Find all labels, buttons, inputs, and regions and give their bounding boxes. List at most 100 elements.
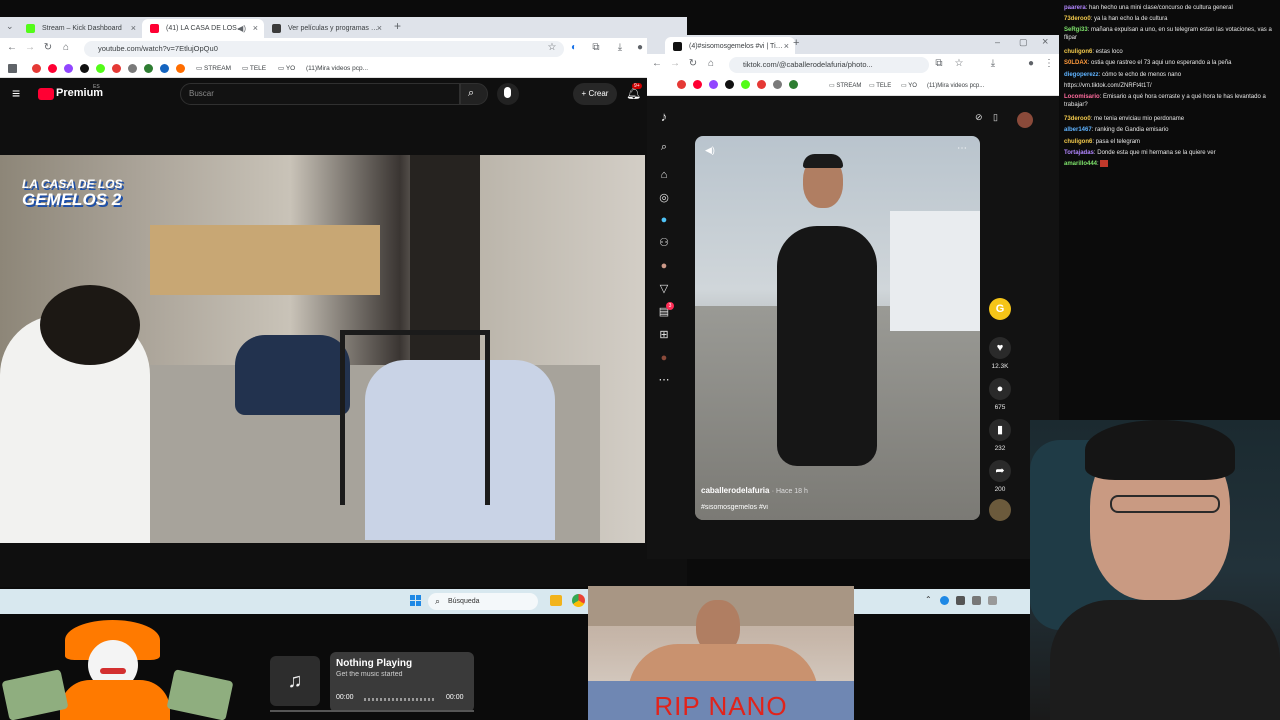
bookmark-favicon-icon[interactable] bbox=[64, 64, 73, 73]
new-tab-button[interactable]: + bbox=[793, 37, 799, 49]
close-icon[interactable]: × bbox=[253, 19, 258, 38]
download-icon[interactable]: ⤓ bbox=[987, 58, 999, 70]
close-icon[interactable]: × bbox=[377, 19, 382, 38]
tab-streaming-site[interactable]: Ver películas y programas de te × bbox=[264, 19, 388, 38]
tab-kick-dashboard[interactable]: Stream – Kick Dashboard × bbox=[18, 19, 142, 38]
bookmark-folder-tele[interactable]: ▭ TELE bbox=[242, 63, 266, 75]
video-player[interactable]: LA CASA DE LOS GEMELOS 2 bbox=[0, 155, 645, 543]
tray-app-icon[interactable] bbox=[956, 596, 965, 605]
bookmark-favicon-icon[interactable] bbox=[112, 64, 121, 73]
reload-icon[interactable]: ↻ bbox=[42, 42, 54, 54]
bookmark-folder-tele[interactable]: ▭ TELE bbox=[869, 80, 891, 92]
bookmark-favicon-icon[interactable] bbox=[693, 80, 702, 89]
forward-icon[interactable]: → bbox=[669, 58, 681, 70]
tray-chevron-icon[interactable]: ⌃ bbox=[925, 595, 932, 604]
back-icon[interactable]: ← bbox=[6, 42, 18, 54]
menu-icon[interactable]: ≡ bbox=[12, 85, 20, 101]
bookmark-favicon-icon[interactable] bbox=[144, 64, 153, 73]
translate-icon[interactable]: ⧉ bbox=[933, 58, 945, 70]
url-input[interactable]: tiktok.com/@caballerodelafuria/photo... bbox=[729, 57, 929, 73]
search-input[interactable]: Buscar bbox=[180, 83, 460, 105]
upload-icon[interactable]: ⊞ bbox=[657, 328, 671, 342]
bookmark-star-icon[interactable]: ☆ bbox=[953, 58, 965, 70]
bookmark-mira-videos[interactable]: (11)Mira videos pcp... bbox=[306, 63, 368, 75]
url-input[interactable]: youtube.com/watch?v=7EtlujOpQu0 bbox=[84, 41, 564, 57]
bookmark-favicon-icon[interactable] bbox=[709, 80, 718, 89]
bookmark-folder-stream[interactable]: ▭ STREAM bbox=[196, 63, 231, 75]
bookmark-folder-yo[interactable]: ▭ YO bbox=[901, 80, 917, 92]
video-caption[interactable]: #sisomosgemelos #vi bbox=[701, 504, 768, 511]
forward-icon[interactable]: → bbox=[24, 42, 36, 54]
device-icon[interactable]: ▯ bbox=[993, 112, 998, 123]
bookmark-folder-yo[interactable]: ▭ YO bbox=[278, 63, 295, 75]
menu-kebab-icon[interactable]: ⋮ bbox=[1043, 58, 1055, 70]
tiktok-video[interactable]: ◀) ⋯ caballerodelafuria · Hace 18 h #sis… bbox=[695, 136, 980, 520]
apps-icon[interactable] bbox=[8, 64, 17, 73]
video-author[interactable]: caballerodelafuria · Hace 18 h bbox=[701, 486, 808, 495]
taskbar-search-input[interactable]: Búsqueda bbox=[428, 593, 538, 610]
bookmark-favicon-icon[interactable] bbox=[741, 80, 750, 89]
profile-icon[interactable]: ● bbox=[634, 42, 646, 54]
more-icon[interactable]: ⋯ bbox=[657, 373, 671, 387]
tiktok-logo-icon[interactable]: ♪ bbox=[657, 110, 671, 124]
tab-youtube-video[interactable]: (41) LA CASA DE LOS GEM ◀) × bbox=[142, 19, 264, 38]
messages-send-icon[interactable]: ▽ bbox=[657, 282, 671, 296]
youtube-logo-icon[interactable] bbox=[38, 88, 54, 100]
home-icon[interactable]: ⌂ bbox=[657, 168, 671, 182]
maximize-icon[interactable]: ▢ bbox=[1019, 37, 1028, 48]
tray-app-icon[interactable] bbox=[988, 596, 997, 605]
file-explorer-icon[interactable] bbox=[550, 595, 562, 606]
friends-avatar-icon[interactable]: ● bbox=[657, 259, 671, 273]
windows-start-icon[interactable] bbox=[410, 595, 422, 607]
bookmark-favicon-icon[interactable] bbox=[725, 80, 734, 89]
chat-link[interactable]: https://vm.tiktok.com/ZNRFt4t1T/ bbox=[1064, 82, 1276, 90]
close-icon[interactable]: × bbox=[131, 19, 136, 38]
search-button[interactable]: ⌕ bbox=[460, 83, 488, 105]
music-disc[interactable] bbox=[988, 499, 1012, 521]
bookmark-mira-videos[interactable]: (11)Mira videos pcp... bbox=[927, 80, 984, 92]
close-window-icon[interactable]: × bbox=[1042, 36, 1048, 48]
profile-avatar-icon[interactable]: ● bbox=[657, 351, 671, 365]
more-options-icon[interactable]: ⋯ bbox=[957, 143, 967, 154]
home-icon[interactable]: ⌂ bbox=[60, 42, 72, 54]
user-avatar[interactable] bbox=[1017, 112, 1033, 128]
minimize-icon[interactable]: – bbox=[995, 37, 1000, 47]
comment-button[interactable]: ● 675 bbox=[988, 378, 1012, 411]
bookmark-favicon-icon[interactable] bbox=[48, 64, 57, 73]
chrome-icon[interactable] bbox=[572, 594, 585, 607]
bookmark-favicon-icon[interactable] bbox=[96, 64, 105, 73]
bookmark-favicon-icon[interactable] bbox=[128, 64, 137, 73]
create-button[interactable]: + Crear bbox=[573, 83, 617, 105]
save-button[interactable]: ▮ 232 bbox=[988, 419, 1012, 452]
bookmark-favicon-icon[interactable] bbox=[773, 80, 782, 89]
bookmark-folder-stream[interactable]: ▭ STREAM bbox=[829, 80, 861, 92]
creator-avatar[interactable]: G bbox=[988, 298, 1012, 320]
following-icon[interactable]: ⚇ bbox=[657, 236, 671, 250]
live-icon[interactable]: ● bbox=[657, 213, 671, 227]
bookmark-favicon-icon[interactable] bbox=[757, 80, 766, 89]
new-tab-button[interactable]: + bbox=[394, 19, 401, 33]
bookmark-star-icon[interactable]: ☆ bbox=[546, 42, 558, 54]
voice-search-button[interactable] bbox=[497, 83, 519, 105]
profile-icon[interactable]: ● bbox=[1025, 58, 1037, 70]
bookmark-favicon-icon[interactable] bbox=[789, 80, 798, 89]
bookmark-favicon-icon[interactable] bbox=[176, 64, 185, 73]
bookmark-favicon-icon[interactable] bbox=[80, 64, 89, 73]
audio-playing-icon[interactable]: ◀) bbox=[237, 19, 246, 38]
tray-app-icon[interactable] bbox=[940, 596, 949, 605]
like-button[interactable]: ♥ 12.3K bbox=[988, 337, 1012, 370]
bookmark-favicon-icon[interactable] bbox=[32, 64, 41, 73]
bookmark-favicon-icon[interactable] bbox=[160, 64, 169, 73]
extensions-icon[interactable]: ⧉ bbox=[590, 42, 602, 54]
bookmark-favicon-icon[interactable] bbox=[677, 80, 686, 89]
share-button[interactable]: ➦ 200 bbox=[988, 460, 1012, 493]
search-icon[interactable]: ⌕ bbox=[657, 140, 671, 154]
volume-icon[interactable]: ◀) bbox=[705, 145, 715, 156]
music-progress-bar[interactable] bbox=[364, 698, 436, 701]
tab-search-chevron-icon[interactable]: ⌄ bbox=[6, 21, 14, 32]
compass-icon[interactable]: ⊘ bbox=[975, 112, 983, 123]
reload-icon[interactable]: ↻ bbox=[687, 58, 699, 70]
home-icon[interactable]: ⌂ bbox=[705, 58, 717, 70]
tray-app-icon[interactable] bbox=[972, 596, 981, 605]
download-icon[interactable]: ⤓ bbox=[614, 42, 626, 54]
